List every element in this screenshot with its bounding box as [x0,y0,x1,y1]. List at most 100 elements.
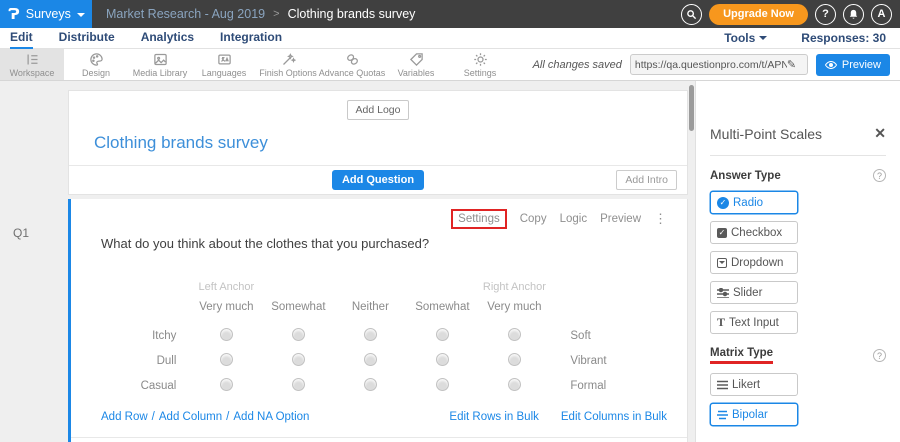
tab-analytics[interactable]: Analytics [141,28,194,49]
radio-option[interactable] [364,378,377,391]
row-right-label[interactable]: Soft [550,323,687,348]
matrix-type-bipolar[interactable]: Bipolar [710,403,798,426]
answer-type-text-input[interactable]: T Text Input [710,311,798,334]
tab-edit[interactable]: Edit [10,28,33,49]
search-button[interactable] [681,4,702,25]
toolbar-item-workspace[interactable]: Workspace [0,49,64,80]
tools-menu[interactable]: Tools [724,31,767,45]
edit-url-icon[interactable]: ✎ [787,58,796,71]
preview-button[interactable]: Preview [816,54,890,76]
tab-integration[interactable]: Integration [220,28,282,49]
row-left-label[interactable]: Casual [101,373,190,398]
scrollbar-thumb[interactable] [689,85,694,131]
radio-option[interactable] [508,353,521,366]
radio-option[interactable] [220,353,233,366]
toolbar-item-languages[interactable]: Languages [192,49,256,80]
eye-icon [825,60,837,70]
bell-icon [848,9,859,20]
navbar-right: Tools Responses: 30 [724,31,900,45]
edit-columns-in-bulk-link[interactable]: Edit Columns in Bulk [561,411,667,423]
toolbar-item-label: Finish Options [259,68,317,78]
matrix-row: Itchy Soft [101,323,687,348]
radio-option[interactable] [364,328,377,341]
surveys-product-menu[interactable]: Ɂ Surveys [0,0,92,28]
toolbar-item-label: Media Library [133,68,188,78]
question-text[interactable]: What do you think about the clothes that… [71,229,687,251]
answer-type-checkbox[interactable]: ✓ Checkbox [710,221,798,244]
image-icon [153,52,168,67]
breadcrumb-survey-name[interactable]: Clothing brands survey [288,7,416,21]
radio-option[interactable] [292,328,305,341]
upgrade-now-button[interactable]: Upgrade Now [709,4,808,25]
question-card: Settings Copy Logic Preview ⋮ What do yo… [68,199,688,442]
option-label: Slider [733,287,762,299]
radio-option[interactable] [436,353,449,366]
scale-label: Very much [190,301,262,323]
toolbar-item-advance-quotas[interactable]: Advance Quotas [320,49,384,80]
radio-option[interactable] [220,378,233,391]
option-label: Checkbox [731,227,782,239]
sidebar-title: Multi-Point Scales [710,126,822,142]
responses-link[interactable]: Responses: 30 [801,31,886,45]
option-label: Dropdown [731,257,783,269]
add-question-button[interactable]: Add Question [332,170,424,190]
radio-option[interactable] [292,378,305,391]
answer-type-dropdown[interactable]: Dropdown [710,251,798,274]
matrix-type-label: Matrix Type [710,347,773,364]
radio-option[interactable] [508,328,521,341]
question-preview-action[interactable]: Preview [600,213,641,225]
question-settings-action[interactable]: Settings [451,209,507,229]
radio-option[interactable] [292,353,305,366]
toolbar-item-finish-options[interactable]: Finish Options [256,49,320,80]
notifications-button[interactable] [843,4,864,25]
toolbar-item-media-library[interactable]: Media Library [128,49,192,80]
close-icon[interactable]: ✕ [874,125,886,142]
add-intro-button[interactable]: Add Intro [616,170,677,190]
toolbar-item-settings[interactable]: Settings [448,49,512,80]
question-actions: Settings Copy Logic Preview ⋮ [71,199,687,229]
breadcrumb-folder[interactable]: Market Research - Aug 2019 [106,7,265,21]
help-icon[interactable]: ? [873,349,886,362]
tab-distribute[interactable]: Distribute [59,28,115,49]
text-input-icon: T [717,315,725,330]
answer-type-slider[interactable]: Slider [710,281,798,304]
translate-icon [217,52,232,67]
question-logic-action[interactable]: Logic [560,213,588,225]
validation-row: Validation [71,437,687,442]
palette-icon [89,52,104,67]
radio-option[interactable] [436,378,449,391]
kebab-menu-icon[interactable]: ⋮ [654,213,667,225]
help-button[interactable]: ? [815,4,836,25]
edit-rows-in-bulk-link[interactable]: Edit Rows in Bulk [449,411,538,423]
row-left-label[interactable]: Itchy [101,323,190,348]
question-copy-action[interactable]: Copy [520,213,547,225]
row-right-label[interactable]: Formal [550,373,687,398]
top-bar: Ɂ Surveys Market Research - Aug 2019 > C… [0,0,900,28]
radio-option[interactable] [220,328,233,341]
toolbar-right: All changes saved ✎ Preview [533,49,900,80]
add-column-link[interactable]: Add Column [159,411,222,423]
scale-label: Very much [478,301,550,323]
add-na-option-link[interactable]: Add NA Option [233,411,309,423]
add-logo-button[interactable]: Add Logo [347,100,410,120]
row-right-label[interactable]: Vibrant [550,348,687,373]
help-icon[interactable]: ? [873,169,886,182]
matrix-type-likert[interactable]: Likert [710,373,798,396]
product-menu-label: Surveys [26,7,71,21]
dropdown-icon [717,258,727,268]
survey-url-input[interactable] [635,59,787,71]
settings-sidebar: Multi-Point Scales ✕ Answer Type ? ✓ Rad… [695,81,900,442]
avatar[interactable]: A [871,4,892,25]
toolbar-item-design[interactable]: Design [64,49,128,80]
radio-option[interactable] [364,353,377,366]
radio-option[interactable] [508,378,521,391]
add-row-link[interactable]: Add Row [101,411,148,423]
matrix-type-section-head: Matrix Type ? [710,347,886,364]
radio-option[interactable] [436,328,449,341]
gear-icon [473,52,488,67]
toolbar-item-variables[interactable]: Variables [384,49,448,80]
row-left-label[interactable]: Dull [101,348,190,373]
survey-title[interactable]: Clothing brands survey [69,120,687,165]
tag-icon [409,52,424,67]
answer-type-radio[interactable]: ✓ Radio [710,191,798,214]
